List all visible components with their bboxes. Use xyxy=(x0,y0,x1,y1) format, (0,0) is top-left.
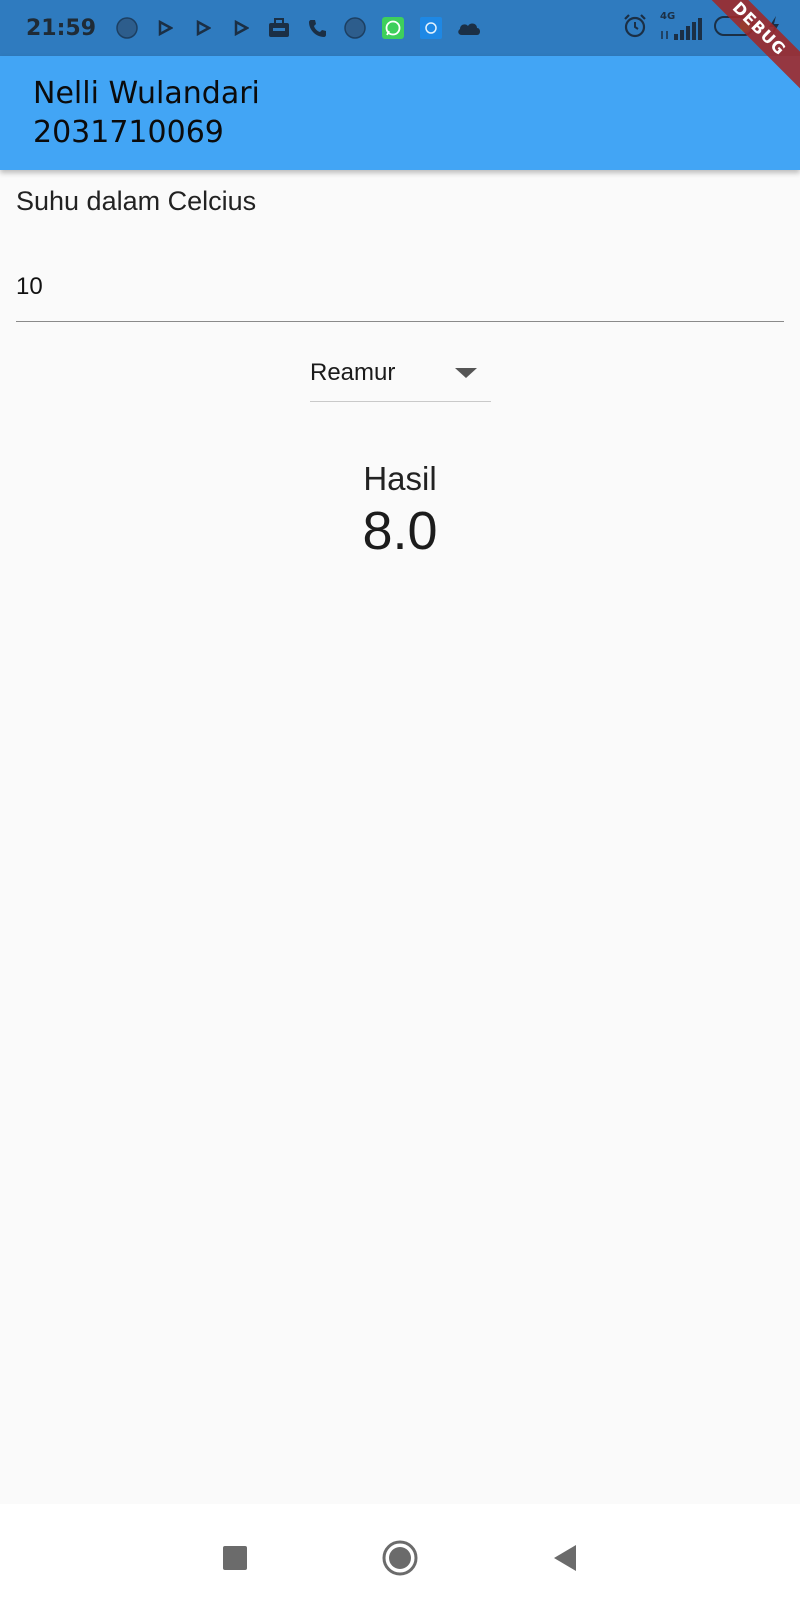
result-value: 8.0 xyxy=(362,501,438,561)
app-bar: Nelli Wulandari 2031710069 xyxy=(0,56,800,170)
signal-icon: 4G xyxy=(658,11,704,41)
home-icon xyxy=(381,1539,419,1582)
app-icon xyxy=(412,0,450,56)
celsius-field-label: Suhu dalam Celcius xyxy=(16,186,257,216)
dropdown-arrow-icon xyxy=(455,367,477,378)
circle-icon xyxy=(108,0,146,56)
back-icon xyxy=(552,1544,578,1577)
cloud-icon xyxy=(450,0,488,56)
back-button[interactable] xyxy=(540,1535,590,1585)
phone-icon xyxy=(298,0,336,56)
play-icon xyxy=(222,0,260,56)
dropdown-selected-value: Reamur xyxy=(310,358,396,386)
briefcase-icon xyxy=(260,0,298,56)
app-screen: 21:59 4G DEBUG Nelli Wulandari 203171006… xyxy=(0,0,800,1600)
alarm-icon xyxy=(622,13,648,44)
play-icon xyxy=(184,0,222,56)
unit-dropdown[interactable]: Reamur xyxy=(310,344,491,402)
app-bar-name: Nelli Wulandari xyxy=(33,76,260,111)
play-icon xyxy=(146,0,184,56)
whatsapp-icon xyxy=(374,0,412,56)
status-bar: 21:59 4G xyxy=(0,0,800,56)
app-bar-id: 2031710069 xyxy=(33,115,224,150)
status-time: 21:59 xyxy=(26,15,97,41)
notification-icons xyxy=(108,0,488,56)
circle-icon xyxy=(336,0,374,56)
celsius-input[interactable] xyxy=(16,252,784,322)
home-button[interactable] xyxy=(375,1535,425,1585)
recent-apps-button[interactable] xyxy=(210,1535,260,1585)
recent-apps-icon xyxy=(222,1545,248,1576)
network-type: 4G xyxy=(660,11,676,22)
result-label: Hasil xyxy=(363,460,437,497)
